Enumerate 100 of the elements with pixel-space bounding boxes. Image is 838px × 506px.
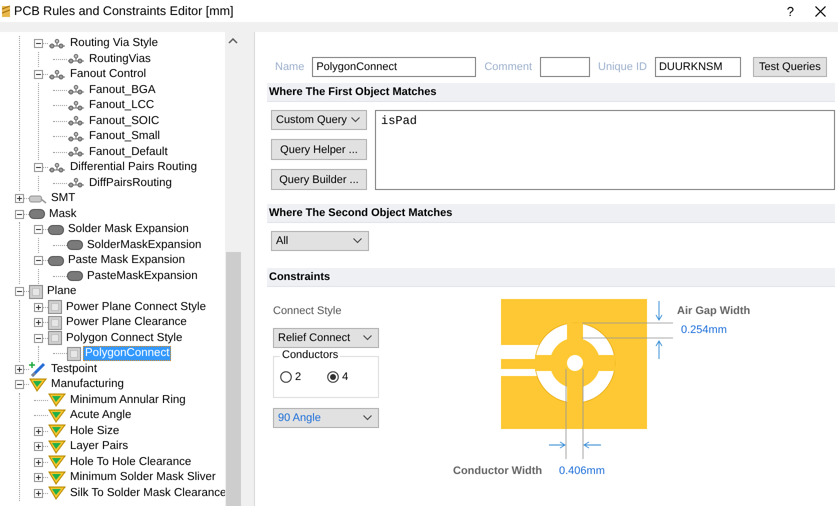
via-nodes-icon [67,85,85,96]
tree-item[interactable]: Plane [45,284,78,300]
via-nodes-icon [48,38,66,49]
tree-item[interactable]: Differential Pairs Routing [68,160,199,176]
unique-id-field[interactable]: DUURKNSM [654,57,741,77]
query-builder-button[interactable]: Query Builder ... [271,169,367,190]
section-header: Where The First Object Matches [267,83,835,102]
tree-item[interactable]: Manufacturing [49,377,126,392]
tree-item[interactable]: Fanout_Default [87,144,170,160]
expand-toggle-icon[interactable] [15,194,24,204]
section-header: Constraints [267,268,835,287]
close-icon [814,6,826,16]
conductors-label: Conductors [280,349,340,361]
tree-item[interactable]: Testpoint [49,362,100,377]
query-type-dropdown[interactable]: All [271,231,369,251]
tree-item[interactable]: Power Plane Connect Style [64,300,208,315]
scroll-up-icon[interactable] [228,38,238,44]
name-field[interactable]: PolygonConnect [312,57,476,77]
plane-grid-icon [29,284,43,299]
expand-toggle-icon[interactable] [34,473,43,482]
collapse-toggle-icon[interactable] [34,39,43,48]
comment-label: Comment [484,61,532,73]
scrollbar-thumb[interactable] [226,252,241,506]
tree-item[interactable]: Hole Size [68,424,122,439]
expand-toggle-icon[interactable] [34,426,43,436]
air-gap-width-value[interactable]: 0.254mm [681,324,727,336]
funnel-icon [48,424,66,438]
collapse-toggle-icon[interactable] [34,70,43,80]
tree-item[interactable]: Hole To Hole Clearance [68,454,194,470]
mask-pad-icon [48,256,64,266]
expand-toggle-icon[interactable] [34,458,43,467]
collapse-toggle-icon[interactable] [34,163,43,172]
air-gap-width-label: Air Gap Width [677,305,750,317]
unique-id-label: Unique ID [598,61,647,73]
via-nodes-icon [67,116,85,126]
tree-item[interactable]: Acute Angle [68,408,134,424]
query-type-dropdown[interactable]: Custom Query [271,110,367,130]
test-queries-button[interactable]: Test Queries [752,57,827,77]
tree-item[interactable]: DiffPairsRouting [87,176,174,191]
scrollbar[interactable] [225,32,242,506]
help-button[interactable]: ? [786,4,794,18]
funnel-icon [48,455,66,470]
collapse-toggle-icon[interactable] [34,334,43,343]
conductor-radio[interactable]: 2 [280,371,302,383]
connect-style-label: Connect Style [273,305,342,317]
probe-icon [29,361,47,378]
connect-style-dropdown[interactable]: Relief Connect [273,328,379,348]
collapse-toggle-icon[interactable] [15,287,24,296]
tree-item[interactable]: Layer Pairs [68,439,130,454]
query-helper-button[interactable]: Query Helper ... [271,139,367,160]
tree-item[interactable]: Mask [47,206,78,222]
via-nodes-icon [67,54,85,64]
funnel-icon [48,486,66,500]
funnel-icon [29,378,47,392]
tree-item[interactable]: Fanout_LCC [87,98,156,114]
tree-item[interactable]: Fanout_BGA [87,82,158,98]
funnel-icon [48,470,66,485]
tree-item[interactable]: Solder Mask Expansion [66,222,191,238]
tree-item[interactable]: Polygon Connect Style [64,330,184,346]
funnel-icon [48,408,66,423]
tree-item[interactable]: PasteMaskExpansion [85,268,200,284]
angle-dropdown[interactable]: 90 Angle [273,408,379,428]
funnel-icon [48,393,66,408]
conductor-width-value[interactable]: 0.406mm [559,465,605,477]
tree-item[interactable]: Routing Via Style [68,36,160,52]
tree-item[interactable]: Fanout_Small [87,129,162,144]
tree-item[interactable]: Fanout_SOIC [87,114,162,129]
expand-toggle-icon[interactable] [34,488,43,498]
expand-toggle-icon[interactable] [34,318,43,328]
plane-grid-icon [48,300,62,314]
name-label: Name [275,61,304,73]
collapse-toggle-icon[interactable] [34,225,43,234]
tree-item[interactable]: Fanout Control [68,67,148,82]
mask-pad-icon [67,271,83,282]
tree-item[interactable]: Minimum Solder Mask Sliver [68,470,218,486]
tree-item[interactable]: SolderMaskExpansion [85,238,204,253]
tree-item[interactable]: Silk To Solder Mask Clearance [68,486,228,501]
collapse-toggle-icon[interactable] [34,256,43,266]
expand-toggle-icon[interactable] [34,442,43,452]
close-button[interactable] [812,3,828,19]
tree-item[interactable]: Minimum Annular Ring [68,392,188,408]
mask-pad-icon [67,240,83,250]
tree-item[interactable]: SMT [49,191,78,206]
tree-item[interactable]: Power Plane Clearance [64,315,189,330]
collapse-toggle-icon[interactable] [15,210,24,219]
tree-item[interactable]: RoutingVias [87,52,153,67]
collapse-toggle-icon[interactable] [15,380,24,390]
conductor-radio[interactable]: 4 [327,371,348,383]
query-field[interactable]: isPad [375,110,835,190]
expand-toggle-icon[interactable] [15,364,24,374]
plane-grid-icon [67,346,81,361]
comment-field[interactable] [540,57,590,77]
via-nodes-icon [67,147,85,158]
app-icon [2,4,10,18]
via-nodes-icon [67,132,85,142]
conductor-width-label: Conductor Width [453,465,542,477]
via-nodes-icon [67,100,85,111]
expand-toggle-icon[interactable] [34,302,43,312]
tree-item[interactable]: Paste Mask Expansion [66,253,187,268]
window-title: PCB Rules and Constraints Editor [mm] [14,4,235,18]
